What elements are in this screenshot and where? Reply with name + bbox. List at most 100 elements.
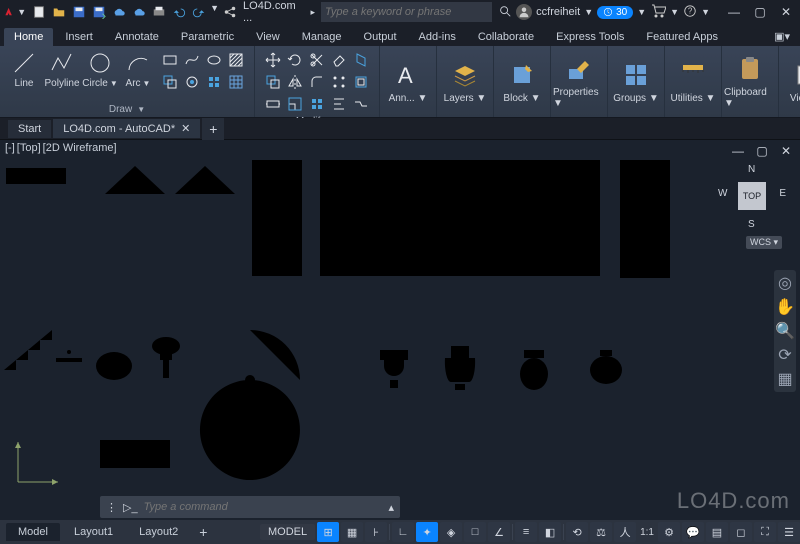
nav-wheel-icon[interactable]: ◎ bbox=[776, 274, 794, 292]
tool-break-icon[interactable] bbox=[351, 94, 371, 114]
status-grid-icon[interactable]: ⊞ bbox=[317, 522, 339, 542]
tool-scale-icon[interactable] bbox=[285, 94, 305, 114]
cmd-handle-icon[interactable]: ⋮ bbox=[106, 501, 117, 514]
qat-redo-icon[interactable] bbox=[190, 3, 208, 21]
cmd-recent-icon[interactable]: ▴ bbox=[388, 501, 394, 514]
status-transparency-icon[interactable]: ◧ bbox=[539, 522, 561, 542]
qat-customize-dropdown[interactable]: ▼ bbox=[210, 3, 219, 21]
qat-cloud-save-icon[interactable] bbox=[130, 3, 148, 21]
badge-dropdown-icon[interactable]: ▼ bbox=[637, 7, 646, 17]
doc-title-chevron-icon[interactable]: ▸ bbox=[311, 7, 316, 18]
status-infer-icon[interactable]: ⊦ bbox=[365, 522, 387, 542]
drawing-viewport[interactable]: [-] [Top] [2D Wireframe] — ▢ ✕ bbox=[0, 140, 800, 520]
qat-open-icon[interactable] bbox=[50, 3, 68, 21]
tab-manage[interactable]: Manage bbox=[292, 28, 352, 46]
file-tab-start[interactable]: Start bbox=[8, 120, 51, 138]
tool-region-icon[interactable] bbox=[160, 72, 180, 92]
drawing-canvas[interactable] bbox=[0, 140, 800, 500]
qat-saveas-icon[interactable] bbox=[90, 3, 108, 21]
panel-button-groups[interactable]: Groups ▼ bbox=[608, 51, 664, 113]
tool-spline-icon[interactable] bbox=[182, 50, 202, 70]
viewcube-south[interactable]: S bbox=[748, 219, 755, 230]
nav-pan-icon[interactable]: ✋ bbox=[776, 298, 794, 316]
tool-mirror-icon[interactable] bbox=[285, 72, 305, 92]
status-isodraft-icon[interactable]: ◈ bbox=[440, 522, 462, 542]
nav-zoom-icon[interactable]: 🔍 bbox=[776, 322, 794, 340]
user-avatar-icon[interactable] bbox=[516, 4, 532, 20]
status-annovisibility-icon[interactable]: 人 bbox=[614, 522, 636, 542]
help-icon[interactable]: ? bbox=[683, 4, 697, 21]
share-icon[interactable] bbox=[221, 3, 239, 21]
app-menu-dropdown[interactable]: ▼ bbox=[17, 7, 26, 17]
tool-arc[interactable]: Arc▼ bbox=[120, 48, 156, 91]
tab-parametric[interactable]: Parametric bbox=[171, 28, 244, 46]
status-cycling-icon[interactable]: ⟲ bbox=[566, 522, 588, 542]
tab-annotate[interactable]: Annotate bbox=[105, 28, 169, 46]
tool-fillet-icon[interactable] bbox=[307, 72, 327, 92]
panel-button-utilities[interactable]: Utilities ▼ bbox=[665, 51, 721, 113]
tool-offset-icon[interactable] bbox=[351, 72, 371, 92]
panel-draw-expand-icon[interactable]: ▼ bbox=[137, 105, 145, 114]
status-snap-icon[interactable]: ▦ bbox=[341, 522, 363, 542]
help-dropdown-icon[interactable]: ▼ bbox=[701, 7, 710, 17]
status-osnap-icon[interactable]: □ bbox=[464, 522, 486, 542]
tool-explode-icon[interactable] bbox=[351, 50, 371, 70]
tool-line[interactable]: Line bbox=[6, 48, 42, 91]
command-input[interactable] bbox=[144, 501, 383, 513]
panel-button-annotation[interactable]: AAnn... ▼ bbox=[380, 51, 436, 113]
tool-erase-icon[interactable] bbox=[329, 50, 349, 70]
status-annoscale-icon[interactable]: ⚖ bbox=[590, 522, 612, 542]
tool-point-icon[interactable] bbox=[204, 72, 224, 92]
qat-cloud-open-icon[interactable] bbox=[110, 3, 128, 21]
tool-copy-icon[interactable] bbox=[263, 72, 283, 92]
tool-rotate-icon[interactable] bbox=[285, 50, 305, 70]
tool-array-icon[interactable] bbox=[329, 72, 349, 92]
tool-stretch-icon[interactable] bbox=[263, 94, 283, 114]
tab-express-tools[interactable]: Express Tools bbox=[546, 28, 634, 46]
search-icon[interactable] bbox=[498, 4, 512, 21]
panel-button-layers[interactable]: Layers ▼ bbox=[437, 51, 493, 113]
qat-new-icon[interactable] bbox=[30, 3, 48, 21]
cmd-prompt-icon[interactable]: ▷_ bbox=[123, 501, 138, 514]
panel-button-view[interactable]: View ▼ bbox=[779, 51, 800, 113]
tool-hatch-icon[interactable] bbox=[226, 50, 246, 70]
app-logo-icon[interactable] bbox=[4, 3, 13, 21]
file-tab-add[interactable]: + bbox=[202, 118, 224, 140]
tab-home[interactable]: Home bbox=[4, 28, 53, 46]
layout-tab-layout1[interactable]: Layout1 bbox=[62, 523, 125, 541]
username-label[interactable]: ccfreiheit bbox=[536, 6, 580, 18]
status-space-label[interactable]: MODEL bbox=[260, 524, 315, 540]
tool-ellipse-icon[interactable] bbox=[204, 50, 224, 70]
file-tab-document[interactable]: LO4D.com - AutoCAD*✕ bbox=[53, 119, 200, 138]
tool-lengthen-icon[interactable] bbox=[307, 94, 327, 114]
user-dropdown-icon[interactable]: ▼ bbox=[584, 7, 593, 17]
app-store-icon[interactable] bbox=[650, 3, 666, 22]
layout-tab-add[interactable]: + bbox=[192, 521, 214, 543]
tool-revcloud-icon[interactable] bbox=[226, 72, 246, 92]
wcs-label[interactable]: WCS ▾ bbox=[746, 236, 782, 249]
close-button[interactable]: ✕ bbox=[776, 3, 796, 21]
tool-move-icon[interactable] bbox=[263, 50, 283, 70]
tab-view[interactable]: View bbox=[246, 28, 290, 46]
layout-tab-model[interactable]: Model bbox=[6, 523, 60, 541]
panel-button-block[interactable]: Block ▼ bbox=[494, 51, 550, 113]
tool-polyline[interactable]: Polyline bbox=[44, 48, 80, 91]
minimize-button[interactable]: — bbox=[724, 3, 744, 21]
status-polar-icon[interactable]: ✦ bbox=[416, 522, 438, 542]
trial-badge[interactable]: 30 bbox=[597, 6, 633, 19]
layout-tab-layout2[interactable]: Layout2 bbox=[127, 523, 190, 541]
tab-collaborate[interactable]: Collaborate bbox=[468, 28, 544, 46]
viewcube-north[interactable]: N bbox=[748, 164, 755, 175]
tab-insert[interactable]: Insert bbox=[55, 28, 103, 46]
maximize-button[interactable]: ▢ bbox=[750, 3, 770, 21]
qat-plot-icon[interactable] bbox=[150, 3, 168, 21]
ribbon-focus-icon[interactable]: ▣▾ bbox=[764, 27, 800, 46]
command-line[interactable]: ⋮ ▷_ ▴ bbox=[100, 496, 400, 518]
status-cleanscreen-icon[interactable]: ⛶ bbox=[754, 522, 776, 542]
store-dropdown-icon[interactable]: ▼ bbox=[670, 7, 679, 17]
status-lineweight-icon[interactable]: ≡ bbox=[515, 522, 537, 542]
tab-featured-apps[interactable]: Featured Apps bbox=[636, 28, 728, 46]
viewcube-top-face[interactable]: TOP bbox=[738, 182, 766, 210]
tool-wipeout-icon[interactable] bbox=[182, 72, 202, 92]
tool-trim-icon[interactable] bbox=[307, 50, 327, 70]
